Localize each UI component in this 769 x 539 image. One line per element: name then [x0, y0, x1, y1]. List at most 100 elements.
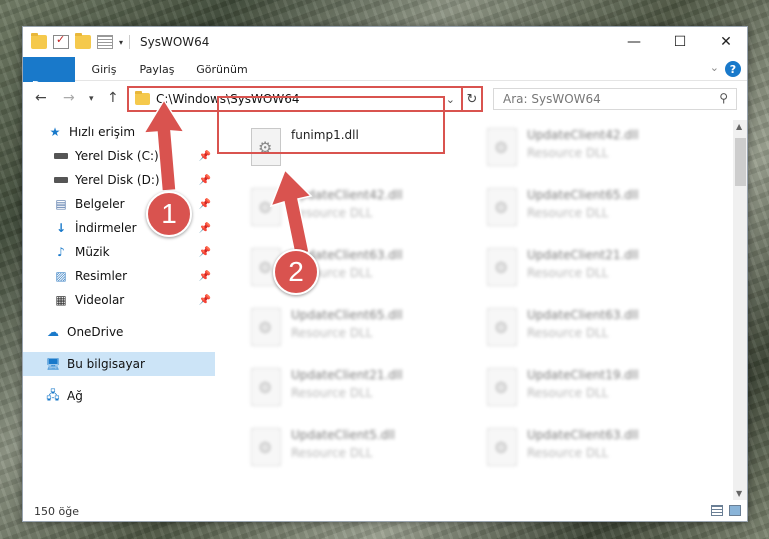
dll-file-icon — [487, 128, 517, 166]
close-button[interactable]: ✕ — [703, 27, 747, 57]
file-name: UpdateClient19.dll — [527, 368, 639, 382]
dll-file-icon — [487, 368, 517, 406]
file-type: Resource DLL — [291, 446, 373, 460]
maximize-button[interactable]: ☐ — [657, 27, 703, 57]
title-bar: ▾ SysWOW64 — ☐ ✕ — [23, 27, 747, 57]
folder-icon[interactable] — [31, 33, 47, 49]
sidebar-item-this-pc[interactable]: 🖥 Bu bilgisayar — [23, 352, 215, 376]
file-type: Resource DLL — [527, 206, 609, 220]
quick-access-toolbar: ▾ SysWOW64 — [23, 27, 209, 57]
scroll-down-icon[interactable]: ▼ — [736, 489, 742, 498]
chevron-down-icon[interactable]: ⌄ — [446, 93, 455, 106]
list-item[interactable]: UpdateClient63.dll Resource DLL — [479, 304, 709, 360]
large-icons-view-icon[interactable] — [729, 505, 741, 516]
file-name: UpdateClient21.dll — [291, 368, 403, 382]
pin-icon[interactable]: 📌 — [199, 223, 211, 234]
sidebar-item-label: Videolar — [75, 293, 125, 307]
recent-locations-icon[interactable]: ▾ — [89, 94, 94, 104]
dll-file-icon — [251, 428, 281, 466]
sidebar-item-label: Belgeler — [75, 197, 125, 211]
file-type: Resource DLL — [291, 326, 373, 340]
sidebar-item-label: Yerel Disk (D:) — [75, 173, 160, 187]
tab-view[interactable]: Görünüm — [191, 57, 253, 81]
sidebar-item-local-disk-c[interactable]: Yerel Disk (C:) 📌 — [23, 144, 215, 168]
chevron-down-icon[interactable]: ▾ — [119, 38, 123, 47]
file-name: UpdateClient65.dll — [291, 308, 403, 322]
window-title: SysWOW64 — [140, 35, 210, 49]
file-type: Resource DLL — [527, 266, 609, 280]
tab-home[interactable]: Giriş — [81, 57, 127, 81]
scroll-up-icon[interactable]: ▲ — [736, 122, 742, 131]
dll-file-icon — [251, 368, 281, 406]
file-name: UpdateClient42.dll — [527, 128, 639, 142]
sidebar-item-label: Resimler — [75, 269, 128, 283]
callout-2: 2 — [273, 249, 319, 295]
list-item[interactable]: UpdateClient63.dll Resource DLL — [479, 424, 709, 480]
file-type: Resource DLL — [527, 446, 609, 460]
back-arrow-icon[interactable]: ← — [35, 90, 47, 106]
tab-share[interactable]: Paylaş — [131, 57, 183, 81]
file-type: Resource DLL — [527, 386, 609, 400]
help-icon[interactable]: ? — [725, 61, 741, 77]
list-item[interactable]: UpdateClient19.dll Resource DLL — [479, 364, 709, 420]
search-placeholder: Ara: SysWOW64 — [503, 92, 601, 106]
up-arrow-icon[interactable]: ↑ — [107, 90, 119, 106]
file-name: UpdateClient5.dll — [291, 428, 395, 442]
folder-icon — [135, 91, 150, 105]
pin-icon[interactable]: 📌 — [199, 271, 211, 282]
divider — [129, 35, 131, 49]
file-name: UpdateClient42.dll — [291, 188, 403, 202]
customize-toolbar-icon[interactable] — [97, 35, 113, 49]
file-name: UpdateClient63.dll — [527, 428, 639, 442]
list-item[interactable]: UpdateClient65.dll Resource DLL — [479, 184, 709, 240]
callout-1: 1 — [146, 191, 192, 237]
details-view-icon[interactable] — [711, 505, 723, 516]
highlight-box-file — [217, 96, 445, 154]
list-item[interactable]: UpdateClient21.dll Resource DLL — [479, 244, 709, 300]
list-item[interactable]: UpdateClient21.dll Resource DLL — [243, 364, 473, 420]
sidebar-item-local-disk-d[interactable]: Yerel Disk (D:) 📌 — [23, 168, 215, 192]
vertical-scrollbar[interactable]: ▲ ▼ — [733, 120, 747, 500]
list-item[interactable]: UpdateClient65.dll Resource DLL — [243, 304, 473, 360]
sidebar-item-pictures[interactable]: ▨ Resimler 📌 — [23, 264, 215, 288]
file-type: Resource DLL — [291, 206, 373, 220]
list-item[interactable]: UpdateClient42.dll Resource DLL — [479, 124, 709, 180]
pin-icon[interactable]: 📌 — [199, 175, 211, 186]
star-icon: ★ — [49, 125, 61, 139]
file-list: funimp1.dll UpdateClient42.dll Resource … — [223, 120, 733, 500]
pin-icon[interactable]: 📌 — [199, 247, 211, 258]
properties-icon[interactable] — [53, 33, 69, 49]
forward-arrow-icon[interactable]: → — [63, 90, 75, 106]
sidebar-item-label: Yerel Disk (C:) — [75, 149, 159, 163]
sidebar-item-label: Müzik — [75, 245, 110, 259]
drive-icon — [53, 149, 69, 163]
sidebar-item-label: Ağ — [67, 389, 83, 403]
file-name: UpdateClient65.dll — [527, 188, 639, 202]
minimize-button[interactable]: — — [611, 27, 657, 57]
expand-ribbon-icon[interactable]: ⌄ — [710, 61, 719, 74]
list-item[interactable]: UpdateClient5.dll Resource DLL — [243, 424, 473, 480]
pictures-icon: ▨ — [55, 269, 67, 283]
pin-icon[interactable]: 📌 — [199, 295, 211, 306]
sidebar-item-network[interactable]: 🖧 Ağ — [23, 384, 215, 408]
file-name: UpdateClient21.dll — [527, 248, 639, 262]
download-icon: ↓ — [55, 221, 67, 235]
file-type: Resource DLL — [291, 386, 373, 400]
ribbon-tabs: Dosya Giriş Paylaş Görünüm ⌄ ? — [23, 57, 747, 113]
pin-icon[interactable]: 📌 — [199, 151, 211, 162]
search-input[interactable]: Ara: SysWOW64 ⚲ — [493, 88, 737, 110]
navigation-pane: ★ Hızlı erişim Yerel Disk (C:) 📌 Yerel D… — [23, 120, 215, 500]
pin-icon[interactable]: 📌 — [199, 199, 211, 210]
new-folder-icon[interactable] — [75, 33, 91, 49]
search-icon: ⚲ — [719, 91, 728, 105]
sidebar-item-quick-access[interactable]: ★ Hızlı erişim — [23, 120, 215, 144]
refresh-button[interactable]: ↻ — [461, 86, 483, 112]
dll-file-icon — [487, 428, 517, 466]
documents-icon: ▤ — [55, 197, 67, 211]
sidebar-item-music[interactable]: ♪ Müzik 📌 — [23, 240, 215, 264]
list-item[interactable]: UpdateClient42.dll Resource DLL — [243, 184, 473, 240]
dll-file-icon — [251, 188, 281, 226]
scrollbar-thumb[interactable] — [735, 138, 746, 186]
sidebar-item-onedrive[interactable]: ☁ OneDrive — [23, 320, 215, 344]
sidebar-item-videos[interactable]: ▦ Videolar 📌 — [23, 288, 215, 312]
